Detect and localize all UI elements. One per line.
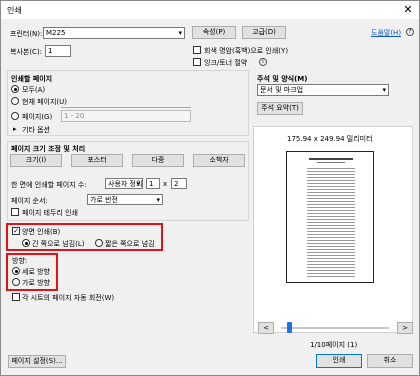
page-border-label: 페이지 테두리 인쇄 [22, 209, 78, 217]
title-bar: 인쇄 ✕ [1, 1, 419, 19]
rows-value: 2 [174, 180, 179, 188]
page-text-line [317, 162, 345, 163]
page-indicator: 1/10페이지 (1) [310, 341, 358, 349]
grayscale-checkbox[interactable] [193, 46, 201, 54]
more-options-chevron-icon[interactable]: ▸ [13, 125, 17, 133]
cancel-button[interactable]: 취소 [367, 354, 413, 368]
multiple-button[interactable]: 다중 [132, 154, 184, 167]
page-setup-button[interactable]: 페이지 설정(S)... [8, 355, 66, 368]
current-page-label: 현재 페이지(U) [22, 98, 68, 106]
short-edge-radio[interactable] [95, 239, 103, 247]
auto-rotate-checkbox[interactable] [12, 293, 20, 301]
page-slider-track[interactable] [281, 327, 389, 329]
pages-heading: 인쇄할 페이지 [11, 75, 53, 83]
help-link[interactable]: 도움말(H) [371, 28, 401, 38]
preview-page [286, 151, 374, 283]
page-order-select[interactable]: 가로 반전 [87, 194, 163, 205]
pages-range-input[interactable]: 1 - 20 [61, 110, 191, 122]
times-label: x [163, 180, 168, 188]
printer-select[interactable]: M225 [43, 27, 185, 39]
prev-page-button[interactable]: < [258, 322, 274, 334]
landscape-radio[interactable] [12, 278, 20, 286]
page-order-label: 페이지 순서: [11, 197, 48, 205]
all-pages-radio[interactable] [11, 85, 19, 93]
sizing-heading: 페이지 크기 조정 및 처리 [11, 145, 86, 153]
printer-label: 프린터(N): [10, 30, 43, 38]
divider [61, 107, 191, 108]
printer-value: M225 [46, 29, 66, 37]
pages-per-sheet-label: 한 면에 인쇄할 페이지 수: [11, 181, 87, 189]
landscape-label: 가로 방향 [22, 279, 50, 287]
comments-select[interactable]: 문서 및 마크업 [257, 84, 389, 96]
duplex-checkbox[interactable]: ✓ [12, 227, 20, 235]
help-icon[interactable]: ? [406, 28, 414, 36]
grayscale-label: 회색 명암(흑백)으로 인쇄(Y) [204, 47, 289, 55]
orientation-heading: 방향: [12, 257, 28, 265]
save-ink-label: 잉크/토너 절약 [204, 59, 248, 67]
booklet-button[interactable]: 소책자 [193, 154, 245, 167]
print-button[interactable]: 인쇄 [316, 354, 362, 368]
copies-value: 1 [48, 47, 53, 55]
columns-value: 1 [149, 180, 154, 188]
info-icon[interactable]: i [259, 58, 267, 66]
current-page-radio[interactable] [11, 97, 19, 105]
copies-input[interactable]: 1 [45, 45, 71, 57]
advanced-button[interactable]: 고급(D) [242, 26, 286, 39]
poster-button[interactable]: 포스터 [71, 154, 123, 167]
pages-per-sheet-select[interactable]: 사용자 정의... [105, 178, 143, 189]
page-order-value: 가로 반전 [90, 196, 118, 204]
auto-rotate-label: 각 시트의 페이지 자동 회전(W) [22, 294, 115, 302]
duplex-label: 양면 인쇄(B) [22, 228, 61, 236]
page-slider-thumb[interactable] [287, 322, 292, 333]
paper-size-label: 175.94 x 249.94 밀리미터 [287, 135, 373, 143]
comment-summary-button[interactable]: 주석 요약(T) [257, 102, 303, 115]
page-border-checkbox[interactable] [11, 208, 19, 216]
portrait-radio[interactable] [12, 267, 20, 275]
short-edge-label: 짧은 쪽으로 넘김 [105, 240, 155, 248]
pages-range-label: 페이지(G) [22, 113, 53, 121]
rows-input[interactable]: 2 [171, 178, 187, 189]
long-edge-label: 긴 쪽으로 넘김(L) [32, 240, 85, 248]
save-ink-checkbox[interactable] [193, 58, 201, 66]
columns-input[interactable]: 1 [146, 178, 160, 189]
portrait-label: 세로 방향 [22, 268, 50, 276]
properties-button[interactable]: 속성(P) [192, 26, 236, 39]
page-text-block [307, 168, 355, 278]
size-button[interactable]: 크기(I) [10, 154, 62, 167]
copies-label: 복사본(C): [10, 48, 43, 56]
comments-heading: 주석 및 양식(M) [257, 75, 308, 83]
pages-range-value: 1 - 20 [64, 112, 85, 120]
pages-per-sheet-value: 사용자 정의... [108, 180, 143, 188]
comments-value: 문서 및 마크업 [260, 86, 304, 94]
close-icon[interactable]: ✕ [401, 3, 415, 16]
long-edge-radio[interactable] [22, 239, 30, 247]
next-page-button[interactable]: > [397, 322, 413, 334]
page-text-line [309, 158, 353, 160]
pages-range-radio[interactable] [11, 112, 19, 120]
print-dialog: 인쇄 ✕ 프린터(N): M225 속성(P) 고급(D) 도움말(H) ? 복… [0, 0, 420, 376]
dialog-title: 인쇄 [7, 6, 22, 15]
more-options-label[interactable]: 기타 옵션 [22, 125, 50, 135]
all-pages-label: 모두(A) [22, 86, 46, 94]
